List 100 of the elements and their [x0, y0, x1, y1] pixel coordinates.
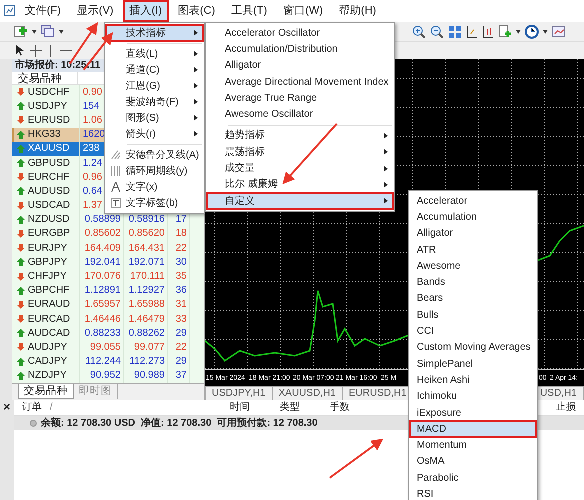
symbol-name[interactable]: HKG33: [28, 127, 61, 142]
symbol-name[interactable]: CHFJPY: [28, 269, 67, 284]
menu-item[interactable]: 直线(L): [106, 46, 203, 62]
menu-item[interactable]: Accumulation: [410, 209, 536, 226]
symbol-name[interactable]: EURUSD: [28, 112, 70, 128]
menu-item[interactable]: 技术指标: [106, 25, 203, 41]
app-icon[interactable]: [4, 5, 16, 17]
symbol-name[interactable]: AUDJPY: [28, 340, 68, 355]
menu-item[interactable]: OsMA: [410, 454, 536, 470]
symbol-name[interactable]: EURGBP: [28, 226, 70, 242]
column-header[interactable]: 类型: [250, 400, 300, 415]
price-cell: 29: [176, 328, 187, 339]
symbol-name[interactable]: GBPUSD: [28, 156, 70, 171]
menu-item[interactable]: Average Directional Movement Index: [207, 74, 393, 90]
menu-item[interactable]: 比尔 威廉姆: [207, 176, 393, 193]
chart-shift-icon[interactable]: [466, 24, 478, 38]
add-indicator-icon[interactable]: [498, 24, 512, 38]
menu-item[interactable]: 图表(C): [171, 0, 222, 22]
menu-item[interactable]: Bears: [410, 290, 536, 308]
menu-item[interactable]: 循环周期线(y): [106, 163, 203, 179]
caret-icon[interactable]: [59, 30, 64, 34]
menu-item[interactable]: 图形(S): [106, 110, 203, 126]
menu-item[interactable]: Accelerator: [410, 193, 536, 210]
price-cell: 0.85620: [128, 228, 165, 240]
menu-item[interactable]: iExposure: [410, 404, 536, 422]
menu-item[interactable]: Awesome: [410, 258, 536, 274]
cursor-icon[interactable]: [14, 44, 24, 57]
column-header[interactable]: 交易品种: [12, 72, 78, 84]
menu-item[interactable]: Momentum: [410, 437, 536, 454]
column-header[interactable]: 时间: [200, 400, 250, 415]
menu-item[interactable]: ATR: [410, 242, 536, 258]
menu-item[interactable]: 江恩(G): [106, 78, 203, 94]
symbol-name[interactable]: USDCAD: [28, 198, 70, 214]
menu-item[interactable]: 震荡指标: [207, 144, 393, 160]
menu-item[interactable]: 文字(x): [106, 179, 203, 195]
zoom-out-icon[interactable]: [430, 24, 444, 38]
menu-item[interactable]: 插入(I): [122, 0, 170, 22]
template-icon[interactable]: [552, 26, 566, 38]
new-chart-icon[interactable]: [14, 24, 28, 38]
menu-item[interactable]: Awesome Oscillator: [207, 106, 393, 123]
menu-item[interactable]: Heiken Ashi: [410, 372, 536, 389]
zoom-in-icon[interactable]: [412, 24, 426, 38]
profiles-icon[interactable]: [41, 24, 55, 38]
symbol-name[interactable]: EURAUD: [28, 297, 70, 312]
menu-item[interactable]: 趋势指标: [207, 128, 393, 144]
menu-item[interactable]: 窗口(W): [276, 0, 330, 22]
menu-item[interactable]: Parabolic: [410, 470, 536, 486]
menu-item[interactable]: Alligator: [207, 58, 393, 74]
menu-item[interactable]: 工具(T): [224, 0, 274, 22]
price-cell: 31: [176, 299, 187, 310]
symbol-name[interactable]: XAUUSD: [28, 141, 70, 156]
symbol-name[interactable]: EURCAD: [28, 312, 70, 327]
caret-icon[interactable]: [543, 30, 548, 34]
menu-item[interactable]: Bulls: [410, 307, 536, 324]
menu-item[interactable]: Average True Range: [207, 90, 393, 106]
horizontal-line-icon[interactable]: [60, 48, 72, 54]
caret-icon[interactable]: [32, 30, 37, 34]
menu-item[interactable]: Ichimoku: [410, 388, 536, 405]
symbol-name[interactable]: NZDUSD: [28, 212, 70, 228]
menu-item[interactable]: SimplePanel: [410, 356, 536, 372]
menu-item[interactable]: Alligator: [410, 226, 536, 242]
symbol-name[interactable]: EURCHF: [28, 170, 70, 185]
menu-item[interactable]: 显示(V): [70, 0, 121, 22]
clock-icon[interactable]: [525, 24, 539, 38]
menu-item[interactable]: CCI: [410, 323, 536, 340]
menu-item[interactable]: 箭头(r): [106, 126, 203, 142]
menu-item[interactable]: 帮助(H): [332, 0, 384, 22]
symbol-name[interactable]: NZDJPY: [28, 368, 67, 384]
menu-item[interactable]: MACD: [410, 421, 536, 438]
symbol-name[interactable]: USDJPY: [28, 98, 68, 114]
vertical-line-icon[interactable]: [48, 44, 54, 56]
symbol-name[interactable]: USDCHF: [28, 84, 70, 100]
caret-icon[interactable]: [516, 30, 521, 34]
menu-item[interactable]: 成交量: [207, 160, 393, 177]
symbol-name[interactable]: CADJPY: [28, 354, 68, 370]
menu-item[interactable]: 斐波纳奇(F): [106, 94, 203, 110]
symbol-name[interactable]: EURJPY: [28, 240, 68, 256]
menu-item[interactable]: Accelerator Oscillator: [207, 25, 393, 42]
menu-item[interactable]: RSI: [410, 486, 536, 500]
menu-item[interactable]: Custom Moving Averages: [410, 340, 536, 356]
tile-windows-icon[interactable]: [448, 24, 462, 38]
menu-item[interactable]: Bands: [410, 274, 536, 291]
menu-item[interactable]: 自定义: [207, 192, 393, 210]
price-cell: 238: [83, 143, 100, 154]
menu-item[interactable]: 文字标签(b): [106, 195, 203, 211]
symbol-name[interactable]: GBPJPY: [28, 254, 68, 270]
menu-item[interactable]: 文件(F): [18, 0, 68, 22]
close-button[interactable]: ×: [3, 400, 10, 500]
auto-scroll-icon[interactable]: [482, 24, 494, 38]
sort-indicator[interactable]: /: [50, 400, 200, 415]
tab[interactable]: 交易品种: [18, 384, 74, 399]
price-cell: 0.90: [83, 86, 102, 98]
column-header[interactable]: 手数: [300, 400, 350, 415]
symbol-name[interactable]: AUDUSD: [28, 184, 70, 199]
column-header[interactable]: 订单: [14, 400, 50, 415]
menu-item[interactable]: Accumulation/Distribution: [207, 41, 393, 58]
symbol-name[interactable]: GBPCHF: [28, 283, 70, 298]
crosshair-icon[interactable]: [30, 44, 42, 56]
menu-item[interactable]: 安德鲁分叉线(A): [106, 147, 203, 163]
symbol-name[interactable]: AUDCAD: [28, 326, 70, 341]
